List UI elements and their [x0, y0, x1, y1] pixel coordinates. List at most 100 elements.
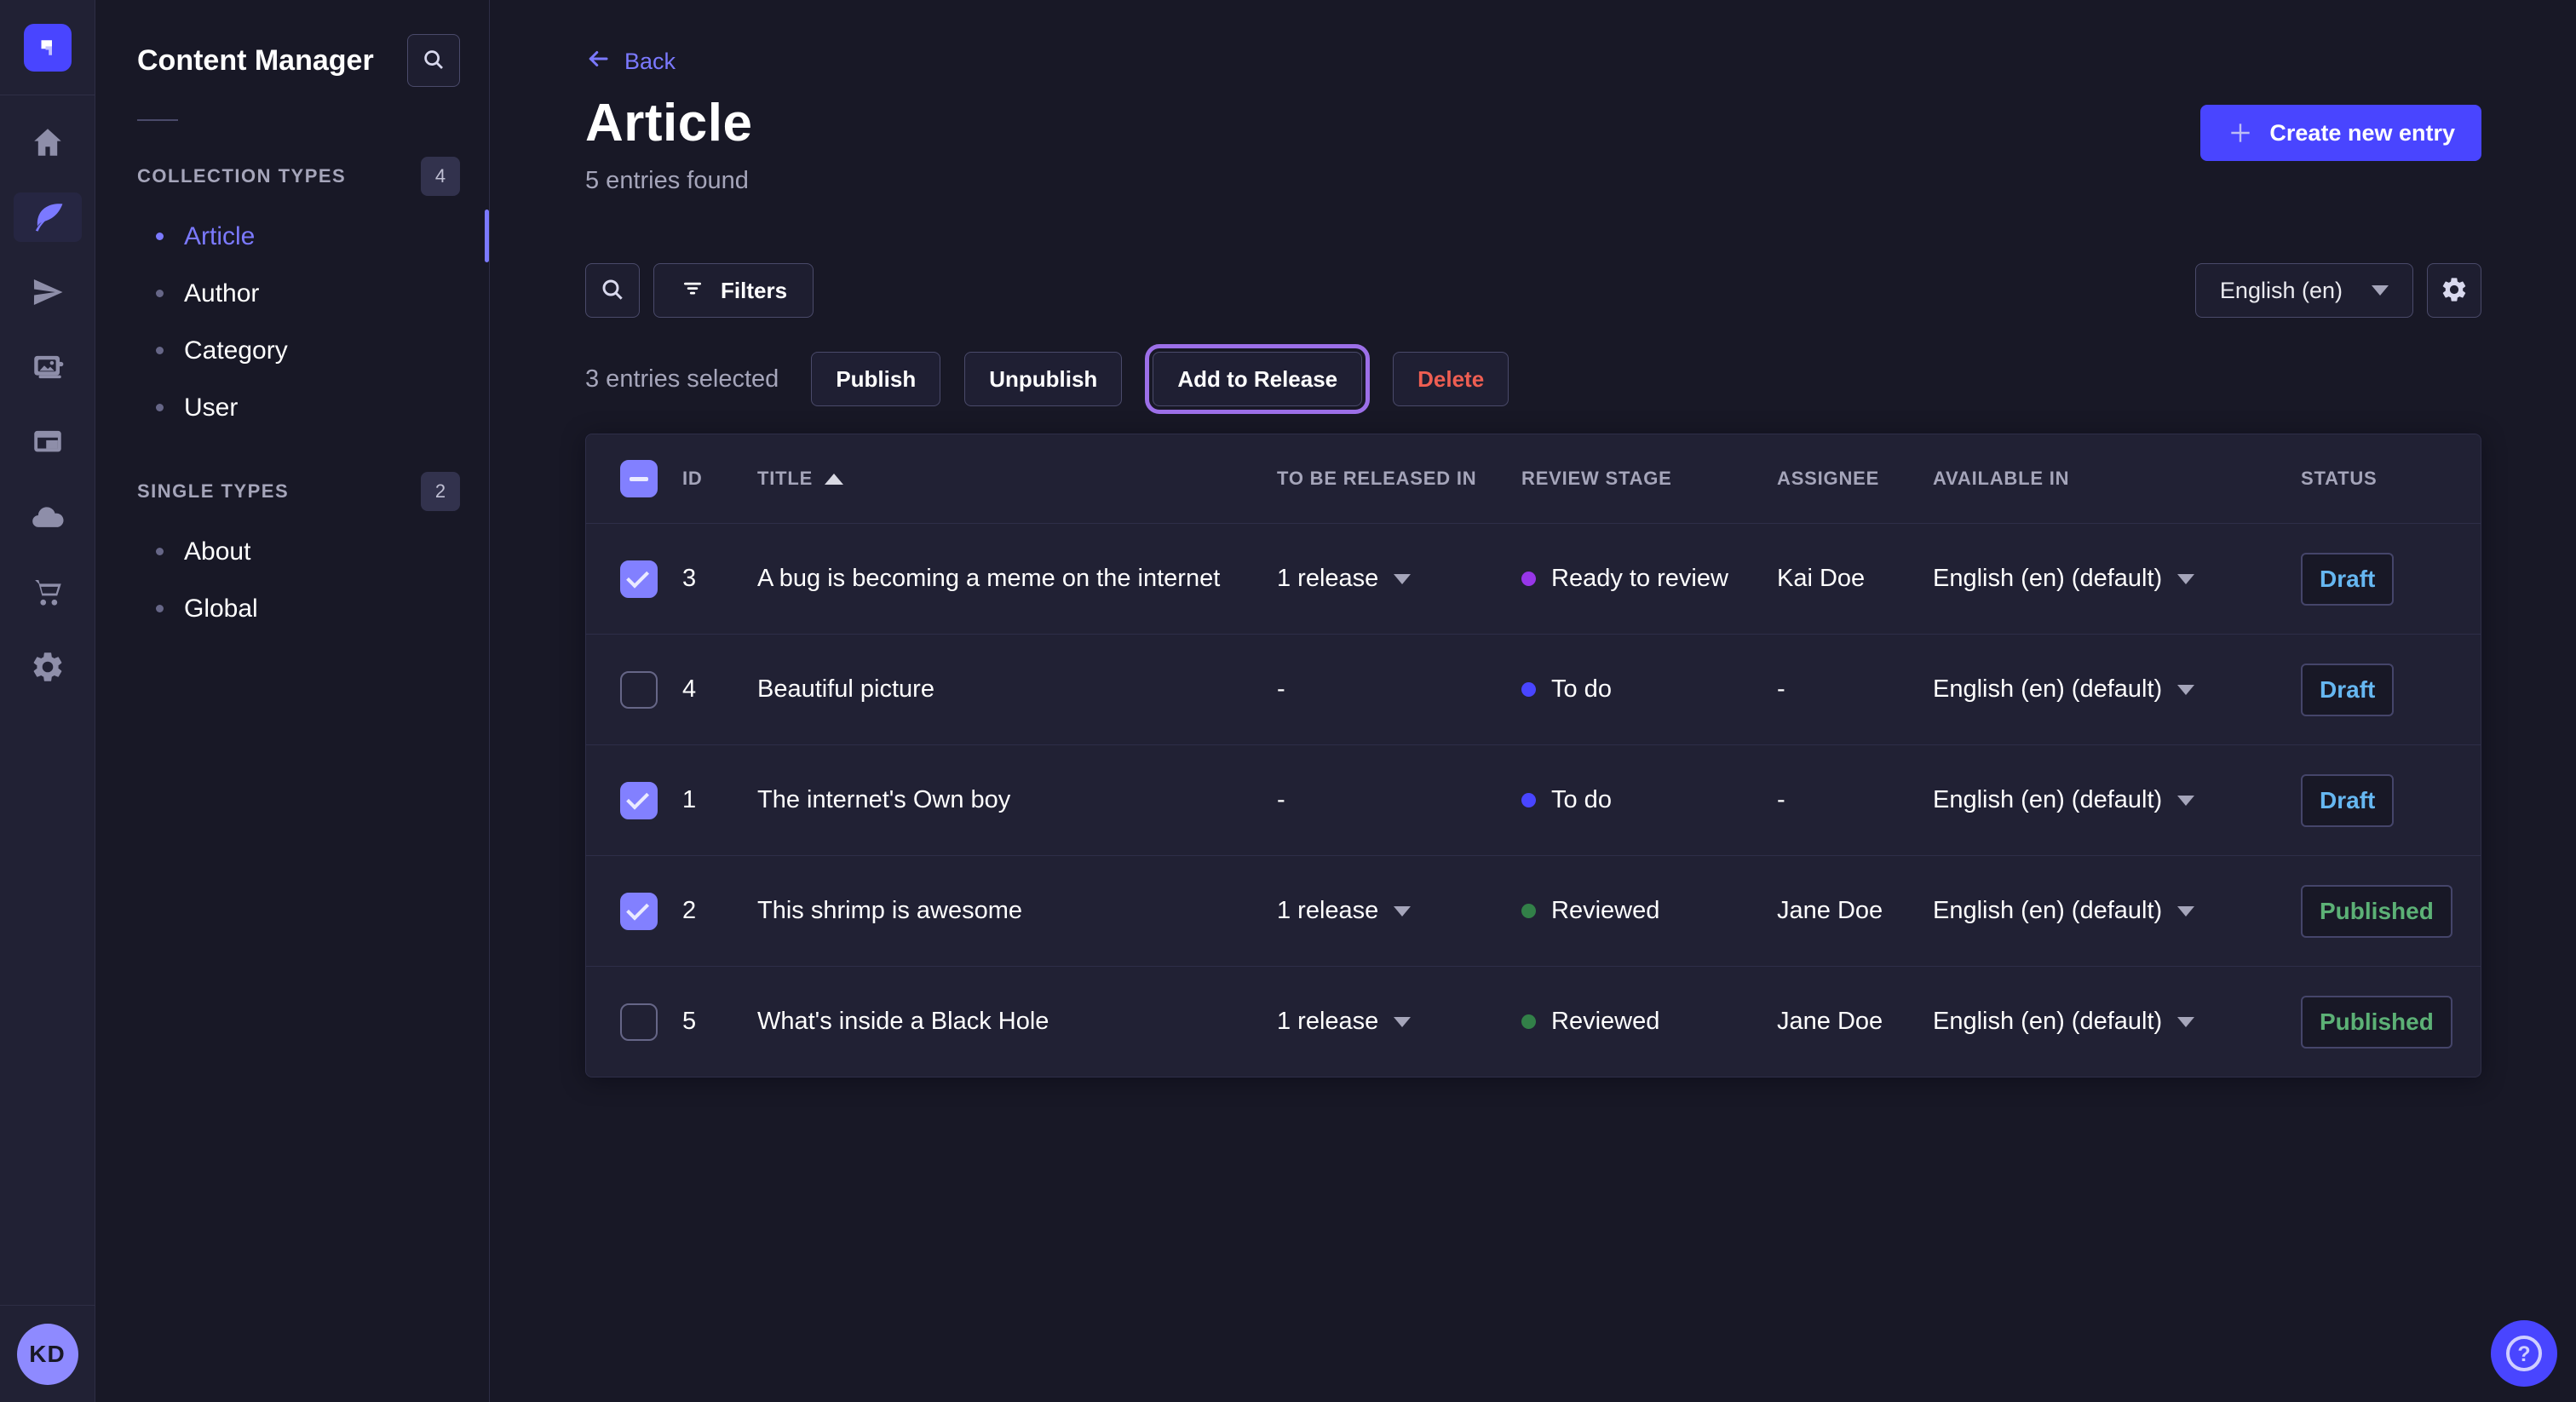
publish-button[interactable]: Publish — [811, 352, 940, 406]
cell-available-in[interactable]: English (en) (default) — [1933, 786, 2301, 814]
cell-id: 4 — [682, 675, 757, 704]
column-header-assignee[interactable]: ASSIGNEE — [1777, 468, 1933, 490]
sort-ascending-icon[interactable] — [825, 474, 843, 485]
section-label-single-types: SINGLE TYPES — [137, 480, 289, 503]
row-checkbox[interactable] — [620, 893, 658, 930]
stage-dot-icon — [1521, 1014, 1536, 1029]
stage-dot-icon — [1521, 572, 1536, 586]
table-row[interactable]: 1 The internet's Own boy - To do - Engli… — [586, 744, 2481, 855]
stage-dot-icon — [1521, 682, 1536, 697]
entries-table: ID TITLE TO BE RELEASED IN REVIEW STAGE … — [585, 434, 2481, 1077]
locale-select[interactable]: English (en) — [2195, 263, 2413, 318]
sidebar-item-category[interactable]: Category — [137, 322, 460, 379]
view-settings-button[interactable] — [2427, 263, 2481, 318]
cell-release[interactable]: 1 release — [1277, 565, 1521, 593]
search-button[interactable] — [585, 263, 640, 318]
media-library-icon[interactable] — [14, 342, 82, 392]
title-header-label: TITLE — [757, 468, 813, 490]
stage-dot-icon — [1521, 793, 1536, 807]
available-locale: English (en) (default) — [1933, 897, 2162, 925]
settings-gear-icon[interactable] — [14, 642, 82, 692]
sidebar-item-about[interactable]: About — [137, 523, 460, 580]
column-header-available-in[interactable]: AVAILABLE IN — [1933, 468, 2301, 490]
sidebar-search-button[interactable] — [407, 34, 460, 87]
bullet-icon — [156, 404, 164, 411]
question-mark-icon: ? — [2506, 1336, 2542, 1371]
releases-icon[interactable] — [14, 267, 82, 317]
stage-label: Ready to review — [1551, 565, 1728, 593]
cell-review-stage: Reviewed — [1521, 1008, 1777, 1036]
available-locale: English (en) (default) — [1933, 1008, 2162, 1036]
row-checkbox[interactable] — [620, 671, 658, 709]
column-header-review-stage[interactable]: REVIEW STAGE — [1521, 468, 1777, 490]
cell-release[interactable]: - — [1277, 675, 1521, 704]
back-link[interactable]: Back — [585, 46, 676, 78]
status-badge: Draft — [2301, 553, 2394, 606]
content-type-builder-icon[interactable] — [14, 417, 82, 467]
bullet-icon — [156, 290, 164, 297]
add-to-release-button[interactable]: Add to Release — [1153, 352, 1362, 406]
select-all-checkbox[interactable] — [620, 460, 658, 497]
row-checkbox[interactable] — [620, 560, 658, 598]
locale-value: English (en) — [2220, 278, 2343, 304]
back-label: Back — [624, 49, 676, 75]
strapi-logo-icon[interactable] — [24, 24, 72, 72]
sidebar-item-article[interactable]: Article — [137, 208, 460, 265]
cell-assignee: - — [1777, 675, 1933, 704]
content-manager-icon[interactable] — [14, 192, 82, 242]
sidebar-item-label: Article — [184, 222, 255, 251]
help-button[interactable]: ? — [2491, 1320, 2557, 1387]
column-header-id[interactable]: ID — [682, 468, 757, 490]
column-header-release[interactable]: TO BE RELEASED IN — [1277, 468, 1521, 490]
sidebar-item-global[interactable]: Global — [137, 580, 460, 637]
deploy-cloud-icon[interactable] — [14, 492, 82, 542]
row-checkbox[interactable] — [620, 1003, 658, 1041]
release-count: 1 release — [1277, 1008, 1378, 1036]
sidebar-item-label: Author — [184, 279, 259, 308]
user-avatar[interactable]: KD — [17, 1324, 78, 1385]
arrow-left-icon — [585, 46, 611, 78]
cell-review-stage: Reviewed — [1521, 897, 1777, 925]
cell-title: A bug is becoming a meme on the internet — [757, 565, 1277, 593]
active-indicator — [485, 210, 489, 262]
sidebar-item-user[interactable]: User — [137, 379, 460, 436]
delete-button[interactable]: Delete — [1393, 352, 1509, 406]
column-header-title[interactable]: TITLE — [757, 468, 1277, 490]
filters-button[interactable]: Filters — [653, 263, 814, 318]
sidebar-item-author[interactable]: Author — [137, 265, 460, 322]
cell-title: The internet's Own boy — [757, 786, 1277, 814]
table-row[interactable]: 5 What's inside a Black Hole 1 release R… — [586, 966, 2481, 1077]
sidebar-item-label: Category — [184, 336, 288, 365]
table-row[interactable]: 4 Beautiful picture - To do - English (e… — [586, 634, 2481, 744]
cell-review-stage: To do — [1521, 786, 1777, 814]
bullet-icon — [156, 347, 164, 354]
table-row[interactable]: 2 This shrimp is awesome 1 release Revie… — [586, 855, 2481, 966]
cell-available-in[interactable]: English (en) (default) — [1933, 1008, 2301, 1036]
search-icon — [421, 47, 446, 75]
marketplace-cart-icon[interactable] — [14, 567, 82, 617]
cell-release[interactable]: - — [1277, 786, 1521, 814]
nav-rail: KD — [0, 0, 95, 1402]
bullet-icon — [156, 233, 164, 240]
home-icon[interactable] — [14, 118, 82, 167]
release-count: - — [1277, 786, 1285, 814]
cell-release[interactable]: 1 release — [1277, 897, 1521, 925]
cell-available-in[interactable]: English (en) (default) — [1933, 675, 2301, 704]
row-checkbox[interactable] — [620, 782, 658, 819]
cell-assignee: Jane Doe — [1777, 897, 1933, 925]
rail-icon-list — [14, 118, 82, 1305]
cell-id: 1 — [682, 786, 757, 814]
rail-footer: KD — [0, 1305, 95, 1402]
unpublish-button[interactable]: Unpublish — [964, 352, 1122, 406]
table-row[interactable]: 3 A bug is becoming a meme on the intern… — [586, 523, 2481, 634]
cell-available-in[interactable]: English (en) (default) — [1933, 565, 2301, 593]
cell-id: 3 — [682, 565, 757, 593]
cell-release[interactable]: 1 release — [1277, 1008, 1521, 1036]
create-new-entry-button[interactable]: Create new entry — [2200, 105, 2481, 161]
entries-count: 5 entries found — [585, 167, 2481, 195]
status-badge: Draft — [2301, 664, 2394, 716]
logo-section — [0, 0, 95, 95]
cell-assignee: - — [1777, 786, 1933, 814]
column-header-status[interactable]: STATUS — [2301, 468, 2447, 490]
cell-available-in[interactable]: English (en) (default) — [1933, 897, 2301, 925]
